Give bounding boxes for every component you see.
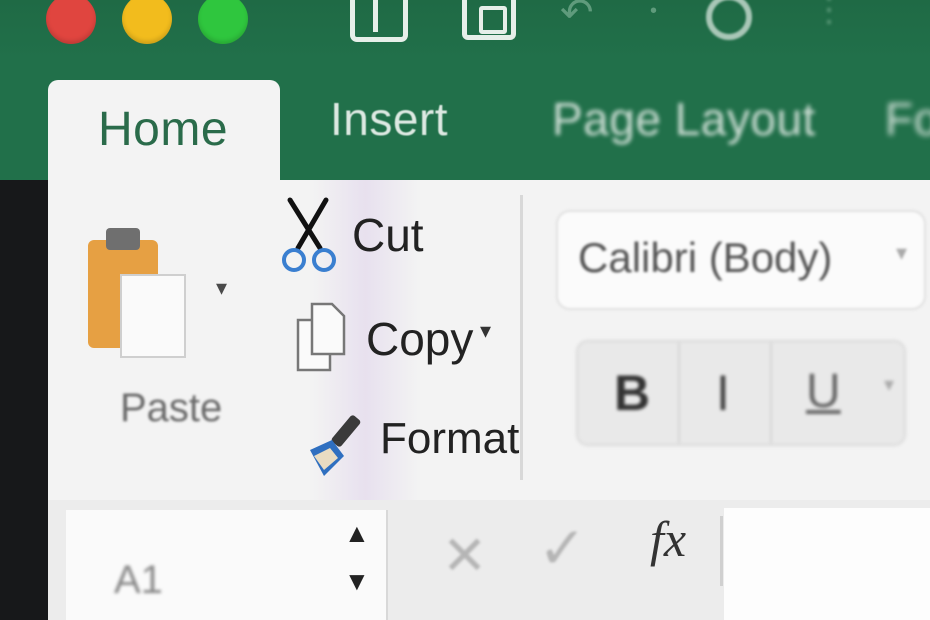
group-divider	[520, 195, 523, 480]
clipboard-clip	[106, 228, 140, 250]
tab-page-layout[interactable]: Page Layout	[552, 92, 816, 146]
paste-label[interactable]: Paste	[120, 386, 222, 431]
clipboard-paper	[120, 274, 186, 358]
underline-button[interactable]: U	[770, 342, 862, 444]
cut-button[interactable]: Cut	[352, 208, 424, 262]
paste-dropdown-icon[interactable]: ▾	[216, 275, 227, 301]
tab-formulas[interactable]: Fo	[885, 92, 930, 146]
excel-window: ↶ • ⋮ Home Insert Page Layout Fo ▾ Paste…	[0, 0, 930, 620]
name-box-down-icon[interactable]: ▼	[344, 566, 370, 597]
sidebar-icon[interactable]	[350, 0, 408, 42]
underline-label: U	[806, 365, 841, 418]
bold-label: B	[614, 365, 651, 421]
scissors-icon[interactable]	[280, 196, 340, 276]
format-painter-button[interactable]: Format	[380, 414, 519, 464]
paste-icon[interactable]	[88, 222, 196, 358]
undo-dropdown-icon[interactable]: •	[650, 0, 657, 23]
italic-button[interactable]: I	[678, 342, 772, 444]
copy-icon[interactable]	[294, 300, 350, 380]
cancel-icon[interactable]: ✕	[442, 524, 487, 587]
insert-function-icon[interactable]: fx	[650, 510, 686, 568]
underline-dropdown-icon[interactable]: ▾	[884, 372, 894, 397]
tab-insert[interactable]: Insert	[330, 92, 448, 146]
tab-home[interactable]: Home	[48, 80, 280, 192]
formula-divider	[720, 516, 723, 586]
font-name-dropdown[interactable]: Calibri (Body) ▾	[556, 210, 926, 310]
bold-button[interactable]: B	[578, 342, 680, 444]
tab-home-label: Home	[98, 103, 229, 156]
undo-icon[interactable]: ↶	[560, 0, 594, 36]
name-box-up-icon[interactable]: ▲	[344, 518, 370, 549]
save-icon[interactable]	[462, 0, 516, 40]
italic-label: I	[716, 365, 730, 421]
chevron-down-icon: ▾	[896, 240, 908, 265]
formula-input[interactable]	[724, 508, 930, 620]
more-icon[interactable]: ⋮	[812, 0, 846, 30]
copy-button[interactable]: Copy	[366, 312, 473, 366]
name-box[interactable]: A1 ▲ ▼	[66, 510, 388, 620]
font-style-group: B I U ▾	[576, 340, 906, 446]
font-name-value: Calibri (Body)	[578, 234, 833, 281]
name-box-value: A1	[114, 558, 163, 602]
title-bar: ↶ • ⋮ Home Insert Page Layout Fo	[0, 0, 930, 192]
enter-icon[interactable]: ✓	[538, 514, 587, 582]
format-painter-icon[interactable]	[304, 410, 374, 480]
copy-dropdown-icon[interactable]: ▾	[480, 318, 491, 344]
